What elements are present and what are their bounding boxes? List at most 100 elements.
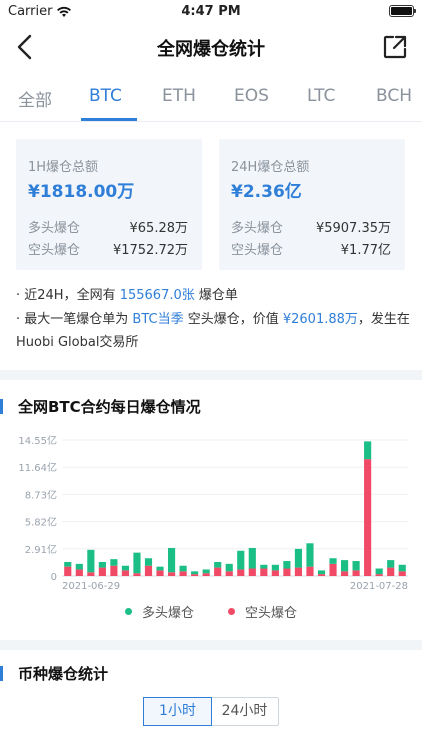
bar-long (191, 571, 199, 575)
info-24h-count: · 近24H，全网有 155667.0张 爆仓单 (16, 284, 412, 307)
bar-long (133, 552, 141, 574)
share-icon[interactable] (382, 34, 408, 60)
card-total: ¥2.36亿 (231, 182, 302, 202)
bar-short (317, 574, 326, 576)
tab-eos[interactable]: EOS (234, 86, 269, 106)
active-tab-indicator (81, 118, 137, 121)
x-tick-label: 2021-07-28 (350, 581, 408, 592)
card-total: ¥1818.00万 (28, 182, 135, 202)
bar-short (202, 573, 210, 576)
bar-long (248, 547, 256, 569)
chart-section-title: 全网BTC合约每日爆仓情况 (0, 396, 201, 417)
bar-short (156, 570, 164, 576)
bar-long (260, 564, 268, 569)
bar-long (75, 563, 83, 570)
y-tick-label: 5.82亿 (25, 516, 57, 529)
info-largest-order: · 最大一笔爆仓单为 BTC当季 空头爆仓，价值 ¥2601.88万，发生在Hu… (16, 308, 412, 354)
y-tick-label: 2.91亿 (25, 543, 57, 556)
info-count-link: 155667.0张 (119, 288, 195, 303)
card-short-row: 空头爆仓 ¥1.77亿 (231, 239, 391, 258)
tab-bch[interactable]: BCH (376, 86, 412, 106)
chart-legend: 多头爆仓 空头爆仓 (0, 602, 422, 622)
bar-short (214, 567, 222, 576)
bar-short (87, 572, 95, 576)
bar-short (144, 565, 153, 576)
bar-short (167, 572, 176, 576)
bar-short (340, 571, 349, 576)
tab-btc[interactable]: BTC (89, 86, 122, 106)
coin-section-title: 币种爆仓统计 (0, 663, 108, 684)
bar-short (398, 571, 406, 576)
bar-short (283, 568, 291, 576)
y-tick-label: 14.55亿 (18, 434, 57, 447)
bar-long (317, 570, 326, 575)
page-title: 全网爆仓统计 (157, 39, 265, 60)
bar-long (110, 559, 118, 566)
bar-short (98, 567, 106, 576)
bar-short (248, 568, 256, 576)
chart-svg: 0 2.91亿 5.82亿 8.73亿 11.64亿 14.55亿 2021-06-29 20… (18, 434, 408, 592)
bar-long (156, 566, 164, 571)
y-tick-label: 11.64亿 (18, 461, 57, 474)
short-label: 空头爆仓 (28, 243, 81, 258)
bar-short (294, 567, 303, 576)
legend-short[interactable]: 空头爆仓 (228, 602, 297, 621)
bar-long (294, 548, 303, 568)
daily-liquidation-chart: 0 2.91亿 5.82亿 8.73亿 11.64亿 14.55亿 2021-06-29 20… (0, 428, 422, 598)
bar-short (225, 571, 233, 576)
info-text: 爆仓单 (194, 288, 238, 303)
bar-short (364, 459, 372, 576)
bar-short (387, 567, 395, 576)
bar-short (75, 569, 83, 576)
card-label: 24H爆仓总额 (231, 160, 310, 175)
legend-long-label: 多头爆仓 (142, 606, 195, 621)
info-value: ¥2601.88万 (282, 312, 358, 327)
long-label: 多头爆仓 (231, 221, 284, 236)
long-value: ¥65.28万 (129, 221, 189, 236)
bar-long (64, 561, 72, 567)
legend-short-dot (228, 608, 235, 615)
card-long-row: 多头爆仓 ¥65.28万 (28, 217, 188, 236)
segment-24h[interactable]: 24小时 (211, 698, 278, 725)
bar-short (133, 573, 141, 576)
bar-long (167, 547, 176, 573)
bar-short (110, 565, 118, 576)
time-range-toggle: 1小时 24小时 (143, 697, 279, 726)
bar-long (225, 563, 233, 572)
bar-long (214, 561, 222, 568)
bar-long (340, 560, 349, 572)
bar-short (237, 569, 245, 576)
long-value: ¥5907.35万 (315, 221, 391, 236)
legend-long[interactable]: 多头爆仓 (125, 602, 194, 621)
status-time: 4:47 PM (181, 4, 241, 19)
tab-eth[interactable]: ETH (162, 86, 196, 106)
tab-all[interactable]: 全部 (18, 86, 52, 111)
bar-short (121, 570, 130, 576)
info-text: · 最大一笔爆仓单为 (16, 312, 133, 327)
section-divider (0, 640, 422, 650)
info-contract: BTC当季 (132, 312, 184, 327)
info-text: 空头爆仓，价值 (183, 312, 283, 327)
y-tick-label: 0 (51, 572, 57, 583)
bar-long (375, 568, 383, 575)
bar-long (306, 543, 314, 567)
bar-short (329, 563, 337, 576)
bar-short (352, 570, 360, 576)
short-value: ¥1.77亿 (340, 243, 391, 258)
battery-icon (389, 5, 416, 17)
bar-long (398, 564, 406, 572)
bar-short (179, 571, 187, 576)
short-label: 空头爆仓 (231, 243, 284, 258)
bar-long (87, 549, 95, 573)
short-value: ¥1752.72万 (112, 243, 188, 258)
bar-short (191, 574, 199, 576)
card-label: 1H爆仓总额 (28, 160, 99, 175)
coin-tabs: 全部 BTC ETH EOS LTC BCH (0, 72, 422, 122)
section-divider (0, 370, 422, 380)
long-label: 多头爆仓 (28, 221, 81, 236)
segment-1h[interactable]: 1小时 (143, 697, 212, 726)
tab-ltc[interactable]: LTC (307, 86, 335, 106)
bar-long (364, 441, 372, 460)
bar-long (202, 569, 210, 574)
info-text: · 近24H，全网有 (16, 288, 120, 303)
